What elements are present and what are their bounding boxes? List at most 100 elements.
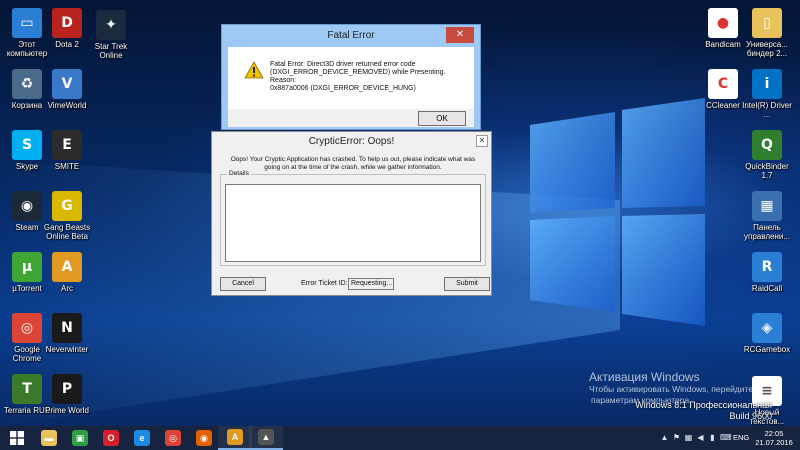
flag-icon[interactable]: ⚑: [672, 433, 681, 443]
taskbar-button-firefox[interactable]: ◉: [187, 426, 221, 450]
dialog-footer: OK: [228, 109, 474, 127]
ok-button[interactable]: OK: [418, 111, 466, 126]
taskbar-button-store[interactable]: ▣: [63, 426, 97, 450]
close-button[interactable]: ✕: [446, 27, 474, 43]
desktop-icon-rcgamebox[interactable]: ◈ RCGamebox: [740, 309, 794, 354]
utorrent-icon: µ: [12, 252, 42, 282]
folder-icon: ▯: [752, 8, 782, 38]
gang-beasts-icon: G: [52, 191, 82, 221]
cryptic-error-dialog: CrypticError: Oops! ✕ Oops! Your Cryptic…: [211, 131, 492, 296]
taskbar-button-file-explorer[interactable]: ▬: [32, 426, 66, 450]
desktop-icon-quickbinder[interactable]: Q QuickBinder 1.7: [740, 126, 794, 180]
taskbar-button-chrome[interactable]: ◎: [156, 426, 190, 450]
taskbar-button-neverwinter-game[interactable]: ▲: [249, 426, 283, 450]
desktop-icon-label: Intel(R) Driver ...: [742, 101, 792, 119]
error-ticket-field: Requesting...: [348, 278, 394, 290]
taskbar-button-opera[interactable]: O: [94, 426, 128, 450]
chrome-icon: ◎: [165, 430, 181, 446]
chrome-icon: ◎: [12, 313, 42, 343]
desktop-icon-label: RCGamebox: [743, 345, 791, 354]
keyboard-icon[interactable]: ⌨: [720, 433, 732, 443]
windows-edition-label: Windows 8.1 Профессиональная Build 9600: [635, 400, 772, 422]
desktop-icon-label: QuickBinder 1.7: [745, 162, 789, 180]
error-ticket-label: Error Ticket ID:: [301, 280, 348, 287]
desktop-icon-label: Prime World: [45, 406, 89, 415]
desktop-icon-label: Gang Beasts Online Beta: [43, 223, 91, 241]
details-textarea[interactable]: [225, 184, 481, 262]
desktop-icon-label: RaidCall: [751, 284, 783, 293]
rcgamebox-icon: ◈: [752, 313, 782, 343]
desktop-icon-label: Универса... биндер 2...: [746, 40, 788, 58]
desktop: ▭ Этот компьютер ♻ Корзина S Skype ◉ Steam µ µTor…: [0, 0, 800, 426]
desktop-icon-gang-beasts[interactable]: G Gang Beasts Online Beta: [40, 187, 94, 241]
details-group: Details: [220, 170, 486, 266]
taskbar: ▬ ▣ Oe ◎ ◉ A ▲ ▲ ⚑ ▦ ◀ ▮ ⌨ ENG 22:05 21.07.201…: [0, 426, 800, 450]
raidcall-icon: R: [752, 252, 782, 282]
fatal-error-dialog: Fatal Error ✕ Fatal Error: Direct3D driv…: [221, 24, 481, 130]
taskbar-button-arc[interactable]: A: [218, 426, 252, 450]
desktop-icon-folder[interactable]: ▯ Универса... биндер 2...: [740, 4, 794, 58]
battery-icon[interactable]: ▮: [708, 433, 717, 443]
desktop-icon-intel-driver[interactable]: i Intel(R) Driver ...: [740, 65, 794, 119]
input-language[interactable]: ENG: [733, 433, 749, 442]
submit-button[interactable]: Submit: [444, 277, 490, 291]
dialog-body: Fatal Error: Direct3D driver returned er…: [228, 47, 474, 109]
desktop-icon-label: VimeWorld: [47, 101, 87, 110]
desktop-icon-label: Панель управлени...: [744, 223, 790, 241]
arc-icon: A: [52, 252, 82, 282]
game-icon: ▲: [258, 429, 274, 445]
details-label: Details: [227, 170, 251, 177]
prime-world-icon: P: [52, 374, 82, 404]
recycle-bin-icon: ♻: [12, 69, 42, 99]
desktop-icon-label: Star Trek Online: [94, 42, 128, 60]
desktop-icon-control-panel[interactable]: ▦ Панель управлени...: [740, 187, 794, 241]
smite-icon: E: [52, 130, 82, 160]
firefox-icon: ◉: [196, 430, 212, 446]
quickbinder-icon: Q: [752, 130, 782, 160]
edition-name: Windows 8.1 Профессиональная: [635, 400, 772, 410]
dota2-icon: D: [52, 8, 82, 38]
desktop-icon-label: SMITE: [54, 162, 80, 171]
volume-icon[interactable]: ◀: [696, 433, 705, 443]
chevron-up-icon[interactable]: ▲: [660, 433, 669, 443]
crash-description: Oops! Your Cryptic Application has crash…: [230, 156, 476, 171]
taskbar-button-internet-explorer[interactable]: e: [125, 426, 159, 450]
desktop-icon-label: Arc: [61, 284, 73, 293]
desktop-icon-smite[interactable]: E SMITE: [40, 126, 94, 171]
network-icon[interactable]: ▦: [684, 433, 693, 443]
store-icon: ▣: [72, 430, 88, 446]
clock[interactable]: 22:05 21.07.2016: [755, 429, 793, 447]
desktop-icon-arc[interactable]: A Arc: [40, 248, 94, 293]
desktop-icon-label: Neverwinter: [45, 345, 89, 354]
desktop-icon-vimeworld[interactable]: V VimeWorld: [40, 65, 94, 110]
terraria-icon: T: [12, 374, 42, 404]
clock-time: 22:05: [764, 429, 784, 438]
activation-title: Активация Windows: [589, 370, 700, 384]
activation-line: Чтобы активировать Windows, перейдите к: [589, 384, 760, 394]
desktop-icon-prime-world[interactable]: P Prime World: [40, 370, 94, 415]
close-button[interactable]: ✕: [476, 135, 488, 147]
desktop-icon-raidcall[interactable]: R RaidCall: [740, 248, 794, 293]
intel-driver-icon: i: [752, 69, 782, 99]
ie-icon: e: [134, 430, 150, 446]
error-message-line: 0x887a0006 (DXGI_ERROR_DEVICE_HUNG): [270, 85, 416, 92]
neverwinter-icon: N: [52, 313, 82, 343]
ccleaner-icon: C: [708, 69, 738, 99]
desktop-icon-star-trek-online[interactable]: ✦ Star Trek Online: [84, 6, 138, 60]
cancel-button[interactable]: Cancel: [220, 277, 266, 291]
dialog-title: CrypticError: Oops!: [308, 136, 395, 147]
error-message-line: Fatal Error: Direct3D driver returned er…: [270, 61, 416, 68]
bandicam-icon: ●: [708, 8, 738, 38]
star-trek-online-icon: ✦: [96, 10, 126, 40]
skype-icon: S: [12, 130, 42, 160]
error-message: Fatal Error: Direct3D driver returned er…: [270, 61, 470, 93]
start-button[interactable]: [0, 426, 34, 450]
steam-icon: ◉: [12, 191, 42, 221]
computer-icon: ▭: [12, 8, 42, 38]
vimeworld-icon: V: [52, 69, 82, 99]
desktop-icon-neverwinter[interactable]: N Neverwinter: [40, 309, 94, 354]
windows-start-icon: [10, 431, 24, 445]
warning-icon: [244, 61, 264, 79]
arc-icon: A: [227, 429, 243, 445]
clock-date: 21.07.2016: [755, 438, 793, 447]
